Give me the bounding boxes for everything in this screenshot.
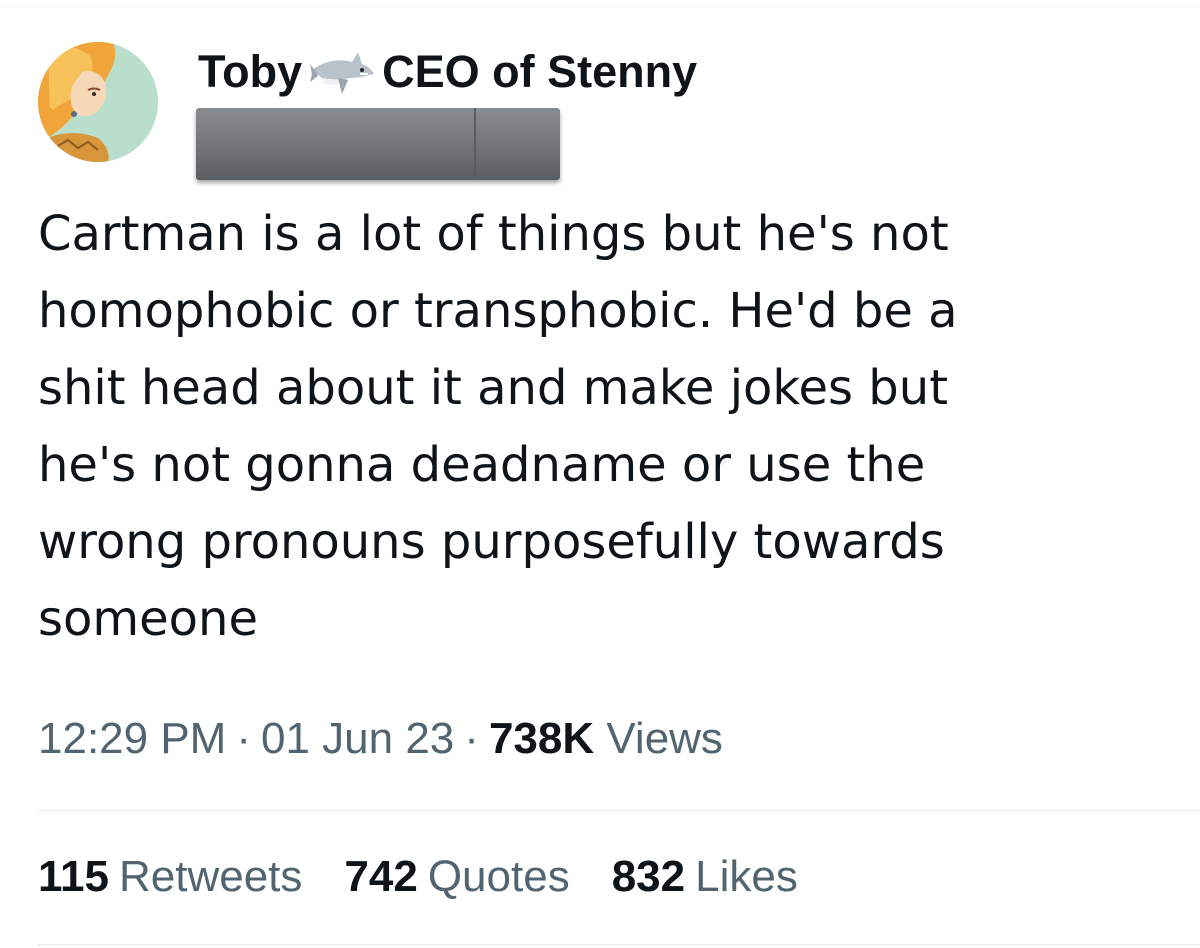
divider [38,810,1200,811]
shark-emoji-icon [308,40,378,104]
top-divider [0,6,1200,7]
display-name-first[interactable]: Toby [198,46,302,98]
quotes-label: Quotes [427,852,570,901]
tweet-date[interactable]: 01 Jun 23 [261,714,454,763]
likes-count: 832 [611,852,686,901]
redacted-handle[interactable] [196,108,560,180]
tweet-time[interactable]: 12:29 PM [38,714,226,763]
views-count: 738K [488,714,595,763]
display-name-second[interactable]: CEO of Stenny [382,46,697,98]
engagement-stats: 115 Retweets 742 Quotes 832 Likes [38,852,798,902]
retweets-stat[interactable]: 115 Retweets [38,852,302,902]
retweets-label: Retweets [118,852,303,901]
quotes-stat[interactable]: 742 Quotes [344,852,569,902]
meta-separator: · [464,714,479,763]
avatar-illustration-icon [38,42,158,162]
avatar[interactable] [38,42,158,162]
tweet-header: Toby CEO of Stenny [198,40,697,104]
likes-stat[interactable]: 832 Likes [612,852,798,902]
retweets-count: 115 [38,852,109,901]
tweet-meta: 12:29 PM · 01 Jun 23 · 738K Views [38,714,723,764]
tweet-text: Cartman is a lot of things but he's not … [38,206,958,647]
divider [38,944,1200,945]
meta-separator: · [236,714,251,763]
views-label: Views [606,714,723,763]
likes-label: Likes [695,852,798,901]
quotes-count: 742 [344,852,418,901]
